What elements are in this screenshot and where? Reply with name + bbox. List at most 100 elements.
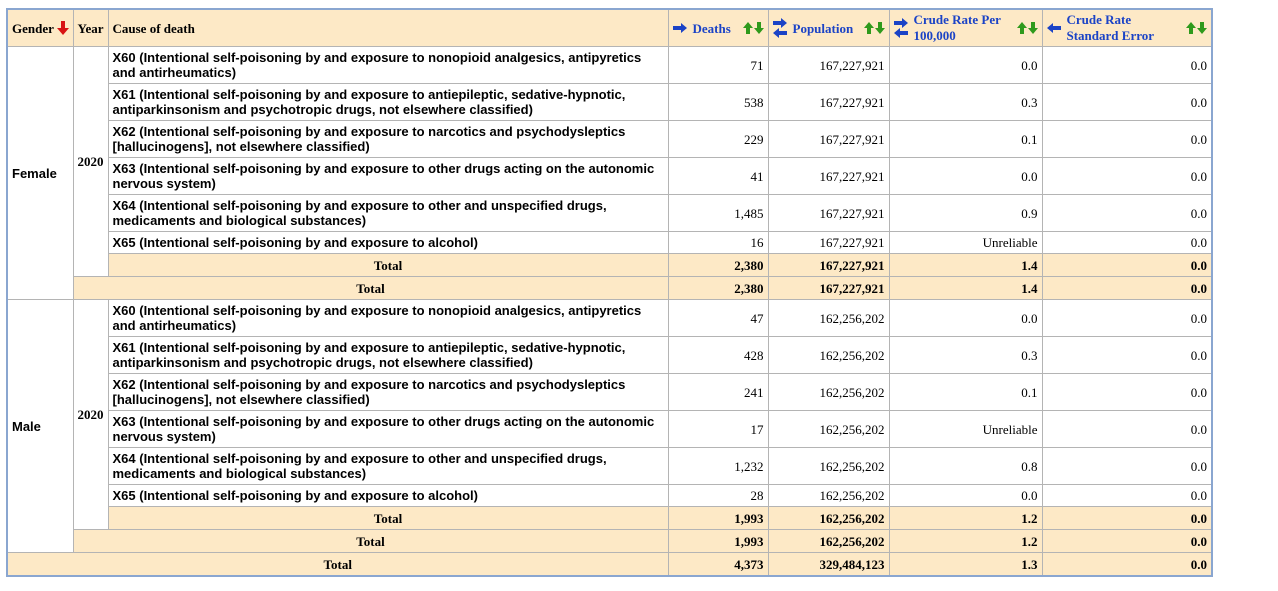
move-left-arrow-icon[interactable]: [1046, 23, 1061, 33]
sort-up-green-arrow-icon[interactable]: [1186, 22, 1196, 34]
sort-down-green-arrow-icon[interactable]: [753, 22, 764, 34]
deaths-cell: 538: [667, 83, 769, 121]
deaths-cell: 28: [667, 484, 769, 507]
crude-rate-cell: 0.0: [888, 299, 1043, 337]
crude-rate-cell: 0.0: [888, 157, 1043, 195]
header-crude-se-line1: Crude Rate: [1066, 12, 1132, 27]
gender-total-se: 0.0: [1041, 276, 1213, 300]
gender-total-label: Total: [72, 276, 669, 300]
population-cell: 167,227,921: [767, 194, 890, 232]
cause-cell: X61 (Intentional self-poisoning by and e…: [107, 336, 669, 374]
table-row: X63 (Intentional self-poisoning by and e…: [7, 157, 1213, 195]
sort-down-green-arrow-icon[interactable]: [874, 22, 885, 34]
crude-rate-cell: 0.0: [888, 46, 1043, 84]
grand-total-row: Total 4,373 329,484,123 1.3 0.0: [6, 552, 1213, 577]
table-row: X62 (Intentional self-poisoning by and e…: [7, 373, 1213, 411]
crude-rate-cell: Unreliable: [888, 410, 1043, 448]
crude-rate-cell: 0.0: [888, 484, 1043, 507]
move-right-arrow-icon[interactable]: [672, 23, 687, 33]
population-cell: 162,256,202: [767, 484, 890, 507]
gender-total-row: Total 2,380 167,227,921 1.4 0.0: [7, 276, 1213, 300]
gender-total-deaths: 2,380: [667, 276, 769, 300]
population-cell: 162,256,202: [767, 299, 890, 337]
crude-rate-cell: 0.1: [888, 120, 1043, 158]
header-crude-se[interactable]: Crude Rate Standard Error: [1041, 8, 1213, 47]
crude-se-cell: 0.0: [1041, 447, 1213, 485]
gender-total-population: 167,227,921: [767, 276, 890, 300]
deaths-cell: 241: [667, 373, 769, 411]
header-crude-rate-label[interactable]: Crude Rate Per 100,000: [914, 12, 1001, 44]
year-total-population: 167,227,921: [767, 253, 890, 277]
population-cell: 167,227,921: [767, 120, 890, 158]
header-crude-rate-line2: 100,000: [913, 28, 956, 43]
gender-total-rate: 1.4: [888, 276, 1043, 300]
population-cell: 162,256,202: [767, 336, 890, 374]
cause-cell: X62 (Intentional self-poisoning by and e…: [107, 120, 669, 158]
crude-rate-cell: Unreliable: [888, 231, 1043, 254]
gender-total-deaths: 1,993: [667, 529, 769, 553]
cause-cell: X64 (Intentional self-poisoning by and e…: [107, 447, 669, 485]
population-cell: 162,256,202: [767, 410, 890, 448]
sort-up-green-arrow-icon[interactable]: [742, 22, 753, 34]
year-total-label: Total: [107, 506, 669, 530]
header-cause[interactable]: Cause of death: [107, 8, 669, 47]
header-deaths-label[interactable]: Deaths: [693, 21, 731, 36]
header-crude-se-label[interactable]: Crude Rate Standard Error: [1067, 12, 1155, 44]
year-total-rate: 1.4: [888, 253, 1043, 277]
deaths-cell: 1,232: [667, 447, 769, 485]
header-gender[interactable]: Gender: [6, 8, 74, 47]
year-total-population: 162,256,202: [767, 506, 890, 530]
gender-cell: Female: [6, 46, 74, 300]
cause-cell: X64 (Intentional self-poisoning by and e…: [107, 194, 669, 232]
table-row: Male 2020 X60 (Intentional self-poisoning …: [6, 299, 1213, 553]
year-total-rate: 1.2: [888, 506, 1043, 530]
header-year[interactable]: Year: [72, 8, 109, 47]
deaths-cell: 17: [667, 410, 769, 448]
move-both-arrows-icon[interactable]: [893, 18, 908, 38]
header-population-label[interactable]: Population: [793, 21, 854, 36]
crude-se-cell: 0.0: [1041, 194, 1213, 232]
deaths-cell: 1,485: [667, 194, 769, 232]
gender-cell: Male: [6, 299, 74, 553]
grand-total-deaths: 4,373: [667, 552, 769, 577]
crude-rate-cell: 0.3: [888, 83, 1043, 121]
table-row: X61 (Intentional self-poisoning by and e…: [7, 336, 1213, 374]
cause-cell: X65 (Intentional self-poisoning by and e…: [107, 484, 669, 507]
year-total-row: Total 1,993 162,256,202 1.2 0.0: [7, 506, 1213, 530]
header-crude-rate[interactable]: Crude Rate Per 100,000: [888, 8, 1043, 47]
cause-cell: X63 (Intentional self-poisoning by and e…: [107, 410, 669, 448]
crude-se-cell: 0.0: [1041, 299, 1213, 337]
year-total-deaths: 2,380: [667, 253, 769, 277]
table-row: X62 (Intentional self-poisoning by and e…: [7, 120, 1213, 158]
crude-se-cell: 0.0: [1041, 484, 1213, 507]
sort-down-red-arrow-icon[interactable]: [56, 21, 69, 35]
sort-down-green-arrow-icon[interactable]: [1197, 22, 1207, 34]
deaths-cell: 71: [667, 46, 769, 84]
header-population[interactable]: Population: [767, 8, 890, 47]
results-body: Female 2020 X60 (Intentional self-poisonin…: [6, 46, 1213, 577]
crude-rate-cell: 0.3: [888, 336, 1043, 374]
move-both-arrows-icon[interactable]: [772, 18, 787, 38]
population-cell: 167,227,921: [767, 231, 890, 254]
deaths-cell: 229: [667, 120, 769, 158]
crude-se-cell: 0.0: [1041, 157, 1213, 195]
header-cause-label: Cause of death: [112, 20, 195, 36]
crude-rate-cell: 0.8: [888, 447, 1043, 485]
year-total-row: Total 2,380 167,227,921 1.4 0.0: [7, 253, 1213, 277]
sort-up-green-arrow-icon[interactable]: [1016, 22, 1027, 34]
cause-cell: X60 (Intentional self-poisoning by and e…: [107, 299, 669, 337]
sort-up-green-arrow-icon[interactable]: [863, 22, 874, 34]
deaths-cell: 47: [667, 299, 769, 337]
grand-total-label: Total: [6, 552, 669, 577]
grand-total-population: 329,484,123: [767, 552, 890, 577]
crude-rate-cell: 0.1: [888, 373, 1043, 411]
table-row: X64 (Intentional self-poisoning by and e…: [7, 194, 1213, 232]
header-gender-label: Gender: [12, 20, 54, 36]
population-cell: 167,227,921: [767, 46, 890, 84]
crude-se-cell: 0.0: [1041, 231, 1213, 254]
header-deaths[interactable]: Deaths: [667, 8, 769, 47]
year-total-deaths: 1,993: [667, 506, 769, 530]
header-row: Gender Year Cause of death Deaths Popula…: [6, 8, 1213, 47]
sort-down-green-arrow-icon[interactable]: [1027, 22, 1038, 34]
table-row: Female 2020 X60 (Intentional self-poisonin…: [6, 46, 1213, 300]
